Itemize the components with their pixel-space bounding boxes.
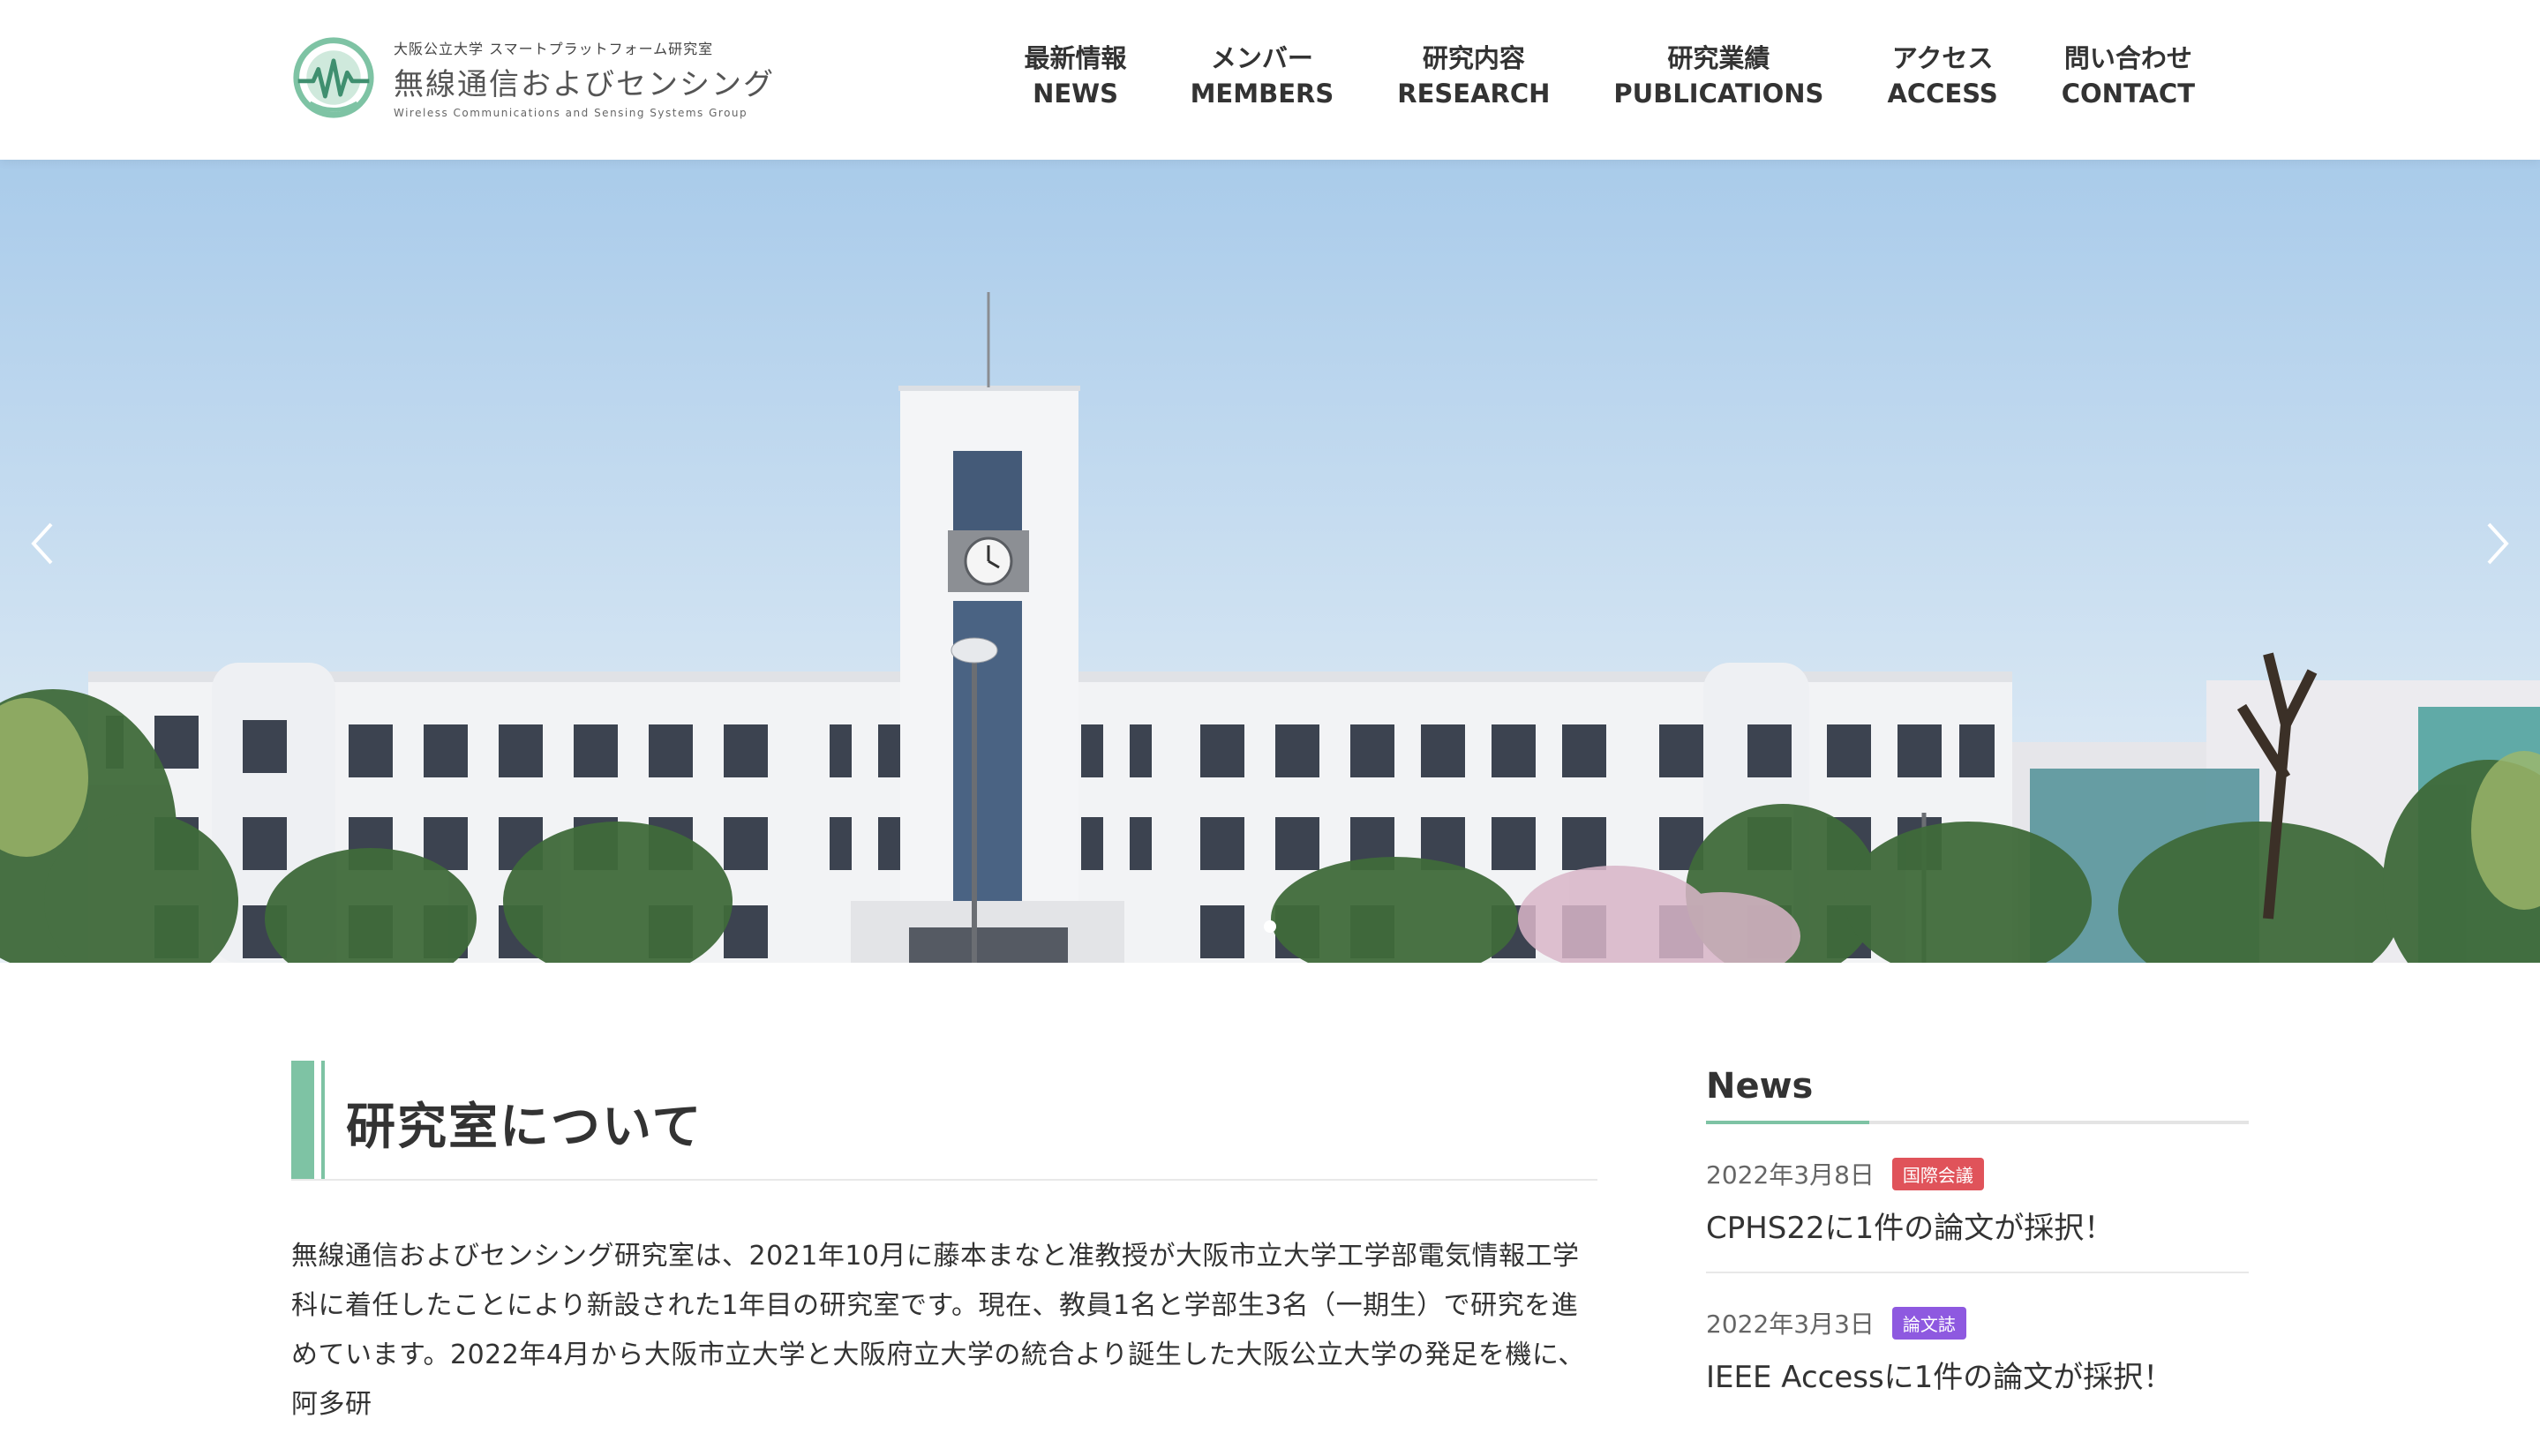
nav-item-news-en: NEWS xyxy=(1033,79,1119,109)
news-category-badge[interactable]: 論文誌 xyxy=(1891,1306,1966,1340)
nav-item-publications-en: PUBLICATIONS xyxy=(1613,79,1824,109)
logo-lab-name: 無線通信およびセンシング xyxy=(394,66,775,102)
nav-item-research[interactable]: 研究内容 RESEARCH xyxy=(1365,41,1582,111)
nav-item-access[interactable]: アクセス ACCESS xyxy=(1855,41,2029,111)
nav-item-access-jp: アクセス xyxy=(1891,43,1994,73)
about-heading: 研究室について xyxy=(291,1061,1597,1181)
site-logo[interactable]: 大阪公立大学 スマートプラットフォーム研究室 無線通信およびセンシング Wire… xyxy=(291,34,773,122)
nav-item-news[interactable]: 最新情報 NEWS xyxy=(993,41,1159,111)
news-item[interactable]: 2022年3月3日 論文誌 IEEE Accessに1件の論文が採択！ xyxy=(1706,1273,2249,1421)
news-title-rule xyxy=(1706,1121,2249,1124)
hero-campus-image xyxy=(0,160,2540,963)
news-headline-link[interactable]: IEEE Accessに1件の論文が採択！ xyxy=(1706,1353,2249,1396)
news-sidebar: News 2022年3月8日 国際会議 CPHS22に1件の論文が採択！ 202… xyxy=(1706,1059,2249,1421)
nav-item-members-en: MEMBERS xyxy=(1190,79,1334,109)
nav-item-news-jp: 最新情報 xyxy=(1024,43,1127,73)
about-title: 研究室について xyxy=(346,1099,703,1156)
nav-item-publications-jp: 研究業績 xyxy=(1667,43,1770,73)
news-item-meta: 2022年3月8日 国際会議 xyxy=(1706,1156,2249,1191)
logo-text: 大阪公立大学 スマートプラットフォーム研究室 無線通信およびセンシング Wire… xyxy=(394,37,775,119)
about-body-text: 無線通信およびセンシング研究室は、2021年10月に藤本まなと准教授が大阪市立大… xyxy=(291,1241,1585,1420)
chevron-left-icon xyxy=(31,522,53,565)
slider-next-button[interactable] xyxy=(2469,517,2522,570)
logo-english-name: Wireless Communications and Sensing Syst… xyxy=(394,106,748,119)
slider-prev-button[interactable] xyxy=(18,517,71,570)
slider-dot-active[interactable] xyxy=(1264,920,1276,933)
logo-university: 大阪公立大学 スマートプラットフォーム研究室 xyxy=(394,40,714,57)
about-section: 研究室について 無線通信およびセンシング研究室は、2021年10月に藤本まなと准… xyxy=(291,1061,1597,1456)
nav-item-contact-jp: 問い合わせ xyxy=(2063,43,2192,73)
nav-item-members[interactable]: メンバー MEMBERS xyxy=(1159,41,1366,111)
news-item-meta: 2022年3月3日 論文誌 xyxy=(1706,1305,2249,1340)
main-nav: 最新情報 NEWS メンバー MEMBERS 研究内容 RESEARCH 研究業… xyxy=(993,41,2227,111)
nav-item-research-en: RESEARCH xyxy=(1397,79,1551,109)
news-date: 2022年3月3日 xyxy=(1706,1310,1875,1339)
lab-logo-icon xyxy=(293,37,374,118)
news-headline-link[interactable]: CPHS22に1件の論文が採択！ xyxy=(1706,1204,2249,1247)
news-date: 2022年3月8日 xyxy=(1706,1160,1875,1190)
nav-item-contact-en: CONTACT xyxy=(2061,79,2195,109)
site-header: 大阪公立大学 スマートプラットフォーム研究室 無線通信およびセンシング Wire… xyxy=(0,0,2540,160)
heading-accent-line xyxy=(321,1061,325,1179)
chevron-right-icon xyxy=(2487,522,2509,565)
nav-item-publications[interactable]: 研究業績 PUBLICATIONS xyxy=(1582,41,1855,111)
nav-item-research-jp: 研究内容 xyxy=(1422,43,1525,73)
news-category-badge[interactable]: 国際会議 xyxy=(1891,1157,1984,1190)
hero-slider xyxy=(0,160,2540,963)
news-item[interactable]: 2022年3月8日 国際会議 CPHS22に1件の論文が採択！ xyxy=(1706,1124,2249,1273)
nav-item-access-en: ACCESS xyxy=(1887,79,1998,109)
nav-item-contact[interactable]: 問い合わせ CONTACT xyxy=(2030,41,2227,111)
news-title: News xyxy=(1706,1066,1814,1107)
nav-item-members-jp: メンバー xyxy=(1210,43,1313,73)
heading-accent-bar xyxy=(291,1061,314,1179)
news-title-rule-accent xyxy=(1706,1121,1869,1124)
